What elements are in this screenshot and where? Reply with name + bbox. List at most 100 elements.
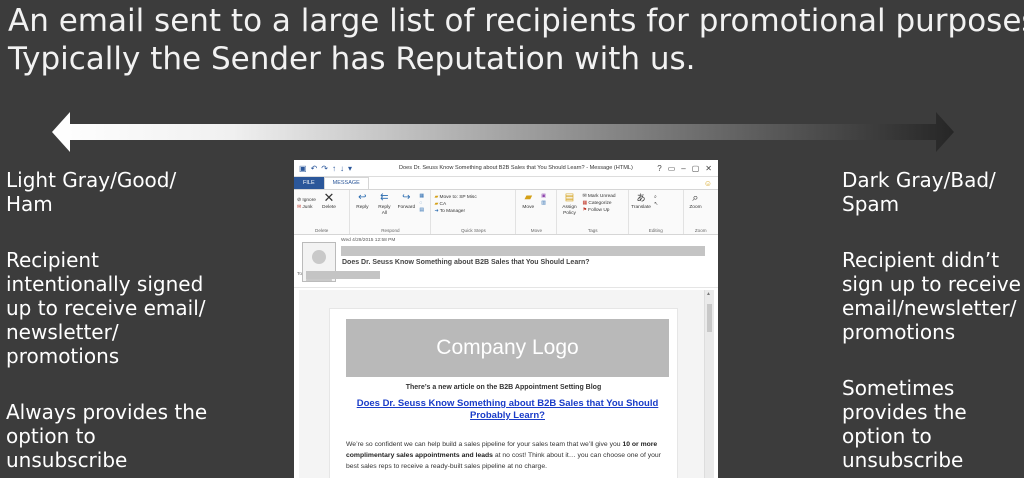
meeting-icon[interactable]: ▦ — [419, 194, 424, 199]
right-heading-line-1: Dark Gray/Bad/ — [842, 168, 996, 192]
save-icon[interactable]: ▣ — [299, 164, 307, 173]
more-respond-icon[interactable]: ▤ — [419, 208, 424, 213]
email-intro: There’s a new article on the B2B Appoint… — [405, 384, 602, 391]
group-label: Editing — [648, 228, 663, 233]
left-p1-line: up to receive email/ — [6, 296, 206, 320]
left-p2-line: Always provides the — [6, 400, 208, 424]
left-p1-line: promotions — [6, 344, 120, 368]
right-p2-line: unsubscribe — [842, 448, 964, 472]
email-card: Company Logo There’s a new article on th… — [329, 308, 678, 478]
right-p1-line: sign up to receive — [842, 272, 1021, 296]
title-line-1: An email sent to a large list of recipie… — [8, 3, 1024, 39]
assign-policy-button[interactable]: ▤ Assign Policy — [560, 192, 578, 217]
move-button[interactable]: ▰ Move — [519, 192, 537, 211]
close-button[interactable]: ✕ — [705, 164, 712, 173]
left-p2-line: option to — [6, 424, 96, 448]
ribbon-group-editing: あ Translate ⌕ ↖ Editing — [629, 190, 684, 234]
smiley-icon[interactable]: ☺ — [704, 179, 718, 188]
select-icon[interactable]: ↖ — [654, 202, 658, 207]
find-icon[interactable]: ⌕ — [654, 194, 658, 200]
message-scrollbar[interactable]: ▲ — [704, 290, 714, 478]
recipient-redacted — [306, 271, 380, 279]
left-p1-line: intentionally signed — [6, 272, 204, 296]
message-body: Company Logo There’s a new article on th… — [299, 290, 704, 478]
policy-icon: ▤ — [564, 192, 575, 203]
zoom-button[interactable]: ⌕ Zoom — [687, 192, 705, 211]
right-p1-line: promotions — [842, 320, 956, 344]
group-label: Tags — [587, 228, 598, 233]
junk-icon: ✉ — [297, 205, 302, 210]
delete-x-icon: ✕ — [323, 190, 335, 205]
outlook-message-window: ▣ ↶ ↷ ↑ ↓ ▾ Does Dr. Seuss Know Somethin… — [294, 160, 718, 478]
right-p1-line: email/newsletter/ — [842, 296, 1017, 320]
quick-step-move-sp-misc[interactable]: ▰ Move to: SP Misc — [434, 195, 512, 200]
delete-button[interactable]: ✕ Delete — [320, 190, 338, 211]
ribbon-group-tags: ▤ Assign Policy ✉ Mark Unread ▦ Categori… — [557, 190, 630, 234]
ribbon-group-respond: ↩ Reply ⇇ Reply All ↪ Forward ▦ ◌ ▤ Resp… — [350, 190, 432, 234]
quick-access-toolbar: ▣ ↶ ↷ ↑ ↓ ▾ — [294, 164, 399, 173]
group-label: Move — [530, 228, 542, 233]
maximize-button[interactable]: ▢ — [692, 164, 700, 173]
flag-icon: ⚑ — [582, 208, 587, 213]
ribbon-group-zoom: ⌕ Zoom Zoom — [684, 190, 718, 234]
message-subject: Does Dr. Seuss Know Something about B2B … — [342, 259, 590, 266]
sender-redacted — [341, 246, 705, 256]
help-button[interactable]: ? — [657, 164, 661, 173]
forward-button[interactable]: ↪ Forward — [397, 192, 416, 211]
onenote-icon[interactable]: ▣ — [541, 194, 546, 199]
mark-unread-button[interactable]: ✉ Mark Unread — [582, 194, 615, 199]
tab-message[interactable]: MESSAGE — [323, 177, 369, 189]
reply-all-button[interactable]: ⇇ Reply All — [375, 192, 393, 217]
window-controls: ? ▭ – ▢ ✕ — [657, 164, 718, 173]
up-arrow-icon[interactable]: ↑ — [332, 164, 336, 173]
right-panel-bad: Dark Gray/Bad/ Spam Recipient didn’t sig… — [842, 168, 1022, 472]
down-arrow-icon[interactable]: ↓ — [340, 164, 344, 173]
right-p1-line: Recipient didn’t — [842, 248, 1000, 272]
actions-icon[interactable]: ▥ — [541, 201, 546, 206]
window-title-bar: ▣ ↶ ↷ ↑ ↓ ▾ Does Dr. Seuss Know Somethin… — [294, 160, 718, 177]
left-panel-good: Light Gray/Good/ Ham Recipient intention… — [6, 168, 241, 472]
magnifier-icon: ⌕ — [692, 192, 699, 204]
reply-icon: ↩ — [358, 192, 367, 203]
im-icon[interactable]: ◌ — [419, 201, 424, 206]
ribbon-group-quick-steps: ▰ Move to: SP Misc ▰ CA ➜ To Manager Qui… — [431, 190, 517, 234]
quick-step-to-manager[interactable]: ➜ To Manager — [434, 209, 512, 214]
ribbon-tabs: FILE MESSAGE ☺ — [294, 177, 718, 190]
right-heading-line-2: Spam — [842, 192, 900, 216]
reply-button[interactable]: ↩ Reply — [353, 192, 371, 211]
undo-icon[interactable]: ↶ — [311, 164, 318, 173]
company-logo-placeholder: Company Logo — [346, 319, 669, 377]
translate-button[interactable]: あ Translate — [631, 192, 651, 211]
redo-icon[interactable]: ↷ — [321, 164, 328, 173]
message-date: Wed 4/29/2015 12:58 PM — [341, 238, 396, 243]
left-heading-line-2: Ham — [6, 192, 53, 216]
ignore-button[interactable]: ⊘ Ignore — [297, 198, 316, 203]
forward-icon: ↪ — [402, 192, 411, 203]
junk-button[interactable]: ✉ Junk — [297, 205, 316, 210]
quick-step-ca[interactable]: ▰ CA — [434, 202, 512, 207]
article-link[interactable]: Does Dr. Seuss Know Something about B2B … — [350, 398, 665, 422]
message-header: Wed 4/29/2015 12:58 PM Does Dr. Seuss Kn… — [294, 235, 718, 288]
ribbon-display-button[interactable]: ▭ — [668, 164, 676, 173]
right-p2-line: option to — [842, 424, 932, 448]
gradient-double-arrow — [52, 112, 954, 152]
envelope-icon: ✉ — [582, 194, 587, 199]
follow-up-button[interactable]: ⚑ Follow Up — [582, 208, 615, 213]
scroll-thumb[interactable] — [707, 304, 712, 332]
left-p1-line: newsletter/ — [6, 320, 119, 344]
to-label: To — [297, 272, 303, 277]
categorize-button[interactable]: ▦ Categorize — [582, 201, 615, 206]
right-p2-line: Sometimes — [842, 376, 955, 400]
move-folder-icon: ▰ — [524, 192, 533, 203]
left-p2-line: unsubscribe — [6, 448, 128, 472]
translate-icon: あ — [636, 193, 646, 203]
tab-file[interactable]: FILE — [294, 177, 324, 189]
minimize-button[interactable]: – — [681, 164, 685, 173]
scroll-up-icon[interactable]: ▲ — [706, 291, 711, 297]
window-title: Does Dr. Seuss Know Something about B2B … — [399, 165, 633, 171]
ribbon-group-delete: ⊘ Ignore ✉ Junk ✕ Delete Delete — [294, 190, 351, 234]
group-label: Delete — [315, 228, 329, 233]
title-line-2: Typically the Sender has Reputation with… — [8, 41, 696, 77]
customize-icon[interactable]: ▾ — [348, 164, 352, 173]
folder-icon: ▰ — [434, 195, 439, 200]
